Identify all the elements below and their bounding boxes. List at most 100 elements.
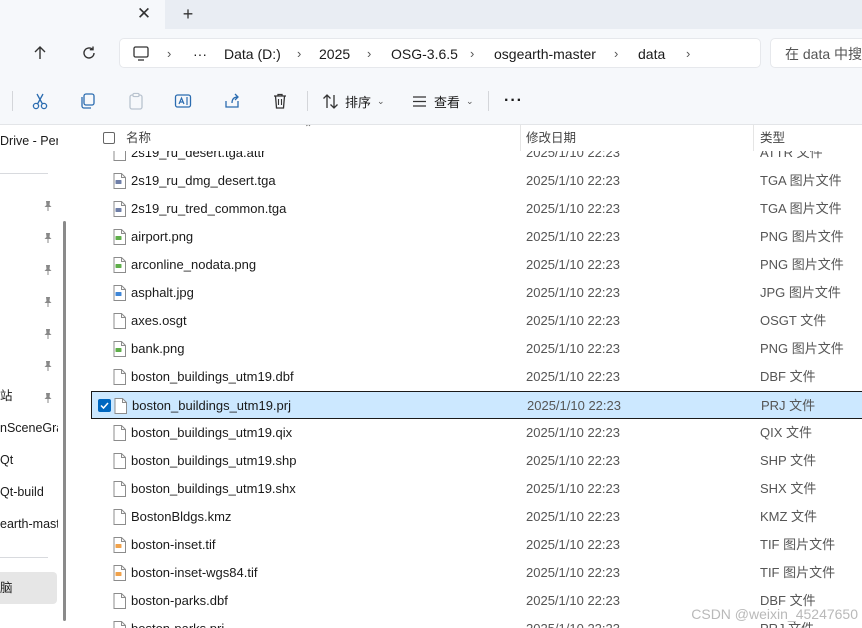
rename-button[interactable] xyxy=(174,89,192,113)
table-row[interactable]: axes.osgt 2025/1/10 22:23 OSGT 文件 xyxy=(91,307,862,335)
trash-icon xyxy=(274,93,286,109)
table-row[interactable]: boston_buildings_utm19.shx 2025/1/10 22:2… xyxy=(91,475,862,503)
table-row[interactable]: asphalt.jpg 2025/1/10 22:23 JPG 图片文件 xyxy=(91,279,862,307)
file-date: 2025/1/10 22:23 xyxy=(526,425,620,440)
image-file-icon xyxy=(113,201,126,217)
view-button[interactable]: 查看 ⌄ xyxy=(411,89,474,113)
file-name: BostonBldgs.kmz xyxy=(131,509,232,524)
sort-button[interactable]: 排序 ⌄ xyxy=(322,89,385,113)
refresh-icon xyxy=(83,46,95,59)
sidebar-item-openscenegraph[interactable]: nSceneGra xyxy=(0,416,58,440)
table-row[interactable]: 2s19_ru_dmg_desert.tga 2025/1/10 22:23 TGA… xyxy=(91,167,862,195)
table-row[interactable]: boston_buildings_utm19.dbf 2025/1/10 22:2… xyxy=(91,363,862,391)
breadcrumb-separator: › xyxy=(686,46,691,61)
file-name: boston_buildings_utm19.shx xyxy=(131,481,296,496)
watermark: CSDN @weixin_45247650 xyxy=(691,606,858,622)
file-type: TIF 图片文件 xyxy=(760,565,836,580)
image-file-icon xyxy=(113,341,126,357)
file-date: 2025/1/10 22:23 xyxy=(526,173,620,188)
sidebar-item-this-pc[interactable]: 脑 xyxy=(0,572,57,604)
breadcrumb-osgearth[interactable]: osgearth-master xyxy=(494,39,596,69)
toolbar-divider xyxy=(307,91,308,111)
breadcrumb-data[interactable]: data xyxy=(638,39,665,69)
breadcrumb-osg[interactable]: OSG-3.6.5 xyxy=(391,39,458,69)
file-date: 2025/1/10 22:23 xyxy=(526,285,620,300)
up-button[interactable] xyxy=(28,41,52,65)
file-name: arconline_nodata.png xyxy=(131,257,257,272)
breadcrumb-drive[interactable]: Data (D:) xyxy=(224,39,281,69)
table-row[interactable]: boston_buildings_utm19.shp 2025/1/10 22:2… xyxy=(91,447,862,475)
table-row-selected[interactable]: boston_buildings_utm19.prj 2025/1/10 22:2… xyxy=(91,391,862,419)
breadcrumb-separator: › xyxy=(367,46,372,61)
breadcrumb-separator: › xyxy=(167,46,172,61)
share-button[interactable] xyxy=(223,89,241,113)
sidebar-scrollbar[interactable] xyxy=(63,221,66,621)
column-divider[interactable] xyxy=(520,125,521,151)
table-row[interactable]: bank.png 2025/1/10 22:23 PNG 图片文件 xyxy=(91,335,862,363)
file-name: boston-inset-wgs84.tif xyxy=(131,565,258,580)
tab-data[interactable]: ✕ xyxy=(0,0,165,29)
breadcrumb-more[interactable]: ··· xyxy=(193,39,207,69)
pin-icon xyxy=(44,361,52,371)
pin-icon xyxy=(44,329,52,339)
arrow-up-icon xyxy=(34,46,46,59)
file-type: KMZ 文件 xyxy=(760,509,818,524)
file-date: 2025/1/10 22:23 xyxy=(526,453,620,468)
share-icon xyxy=(225,93,239,108)
file-type: TGA 图片文件 xyxy=(760,173,842,188)
new-tab-button[interactable]: + xyxy=(177,4,199,24)
file-name: boston_buildings_utm19.dbf xyxy=(131,369,294,384)
table-row[interactable]: boston-inset.tif 2025/1/10 22:23 TIF 图片文件 xyxy=(91,531,862,559)
table-row[interactable]: arconline_nodata.png 2025/1/10 22:23 PNG 图… xyxy=(91,251,862,279)
cut-button[interactable] xyxy=(31,89,49,113)
file-date: 2025/1/10 22:23 xyxy=(526,369,620,384)
column-name[interactable]: 名称 xyxy=(126,125,151,151)
file-type: OSGT 文件 xyxy=(760,313,827,328)
file-type: TIF 图片文件 xyxy=(760,537,836,552)
chevron-down-icon: ⌄ xyxy=(377,95,385,106)
image-file-icon xyxy=(113,285,126,301)
sidebar-item-qt[interactable]: Qt xyxy=(0,448,58,472)
file-name: boston-inset.tif xyxy=(131,537,216,552)
address-bar[interactable]: › ··· Data (D:) › 2025 › OSG-3.6.5 › osg… xyxy=(119,38,761,68)
rename-icon xyxy=(174,94,192,108)
file-date: 2025/1/10 22:23 xyxy=(526,313,620,328)
table-row[interactable]: boston_buildings_utm19.qix 2025/1/10 22:2… xyxy=(91,419,862,447)
delete-button[interactable] xyxy=(271,89,289,113)
copy-button[interactable] xyxy=(79,89,97,113)
file-type: PNG 图片文件 xyxy=(760,229,844,244)
toolbar-divider xyxy=(12,91,13,111)
more-options-button[interactable]: ··· xyxy=(504,89,523,113)
tab-close-button[interactable]: ✕ xyxy=(134,4,154,24)
breadcrumb-2025[interactable]: 2025 xyxy=(319,39,350,69)
column-type[interactable]: 类型 xyxy=(760,125,785,151)
table-row[interactable]: BostonBldgs.kmz 2025/1/10 22:23 KMZ 文件 xyxy=(91,503,862,531)
table-row[interactable]: boston-inset-wgs84.tif 2025/1/10 22:23 TIF… xyxy=(91,559,862,587)
paste-button[interactable] xyxy=(127,89,145,113)
refresh-button[interactable] xyxy=(77,41,101,65)
view-label: 查看 xyxy=(434,94,461,110)
file-icon xyxy=(113,621,126,628)
file-icon xyxy=(113,593,126,609)
sidebar-item-onedrive[interactable]: Drive - Per xyxy=(0,129,58,153)
table-row[interactable]: 2s19_ru_tred_common.tga 2025/1/10 22:23 TG… xyxy=(91,195,862,223)
computer-icon xyxy=(133,46,149,61)
address-row: › ··· Data (D:) › 2025 › OSG-3.6.5 › osg… xyxy=(0,29,862,77)
pin-icon xyxy=(44,201,52,211)
file-type: PNG 图片文件 xyxy=(760,341,844,356)
view-list-icon xyxy=(413,95,426,107)
breadcrumb-separator: › xyxy=(297,46,302,61)
sidebar-item-qt-build[interactable]: Qt-build xyxy=(0,480,58,504)
sidebar-divider xyxy=(0,557,48,558)
column-date[interactable]: 修改日期 xyxy=(526,125,576,151)
file-date: 2025/1/10 22:23 xyxy=(526,537,620,552)
file-type: DBF 文件 xyxy=(760,369,816,384)
row-checkbox[interactable] xyxy=(98,399,111,412)
image-file-icon xyxy=(113,537,126,553)
column-divider[interactable] xyxy=(753,125,754,151)
sidebar-divider xyxy=(0,173,48,174)
table-row[interactable]: airport.png 2025/1/10 22:23 PNG 图片文件 xyxy=(91,223,862,251)
select-all-checkbox[interactable] xyxy=(103,132,115,144)
sidebar-item-osgearth-master[interactable]: earth-mast xyxy=(0,512,58,536)
search-input[interactable]: 在 data 中搜 xyxy=(770,38,862,68)
